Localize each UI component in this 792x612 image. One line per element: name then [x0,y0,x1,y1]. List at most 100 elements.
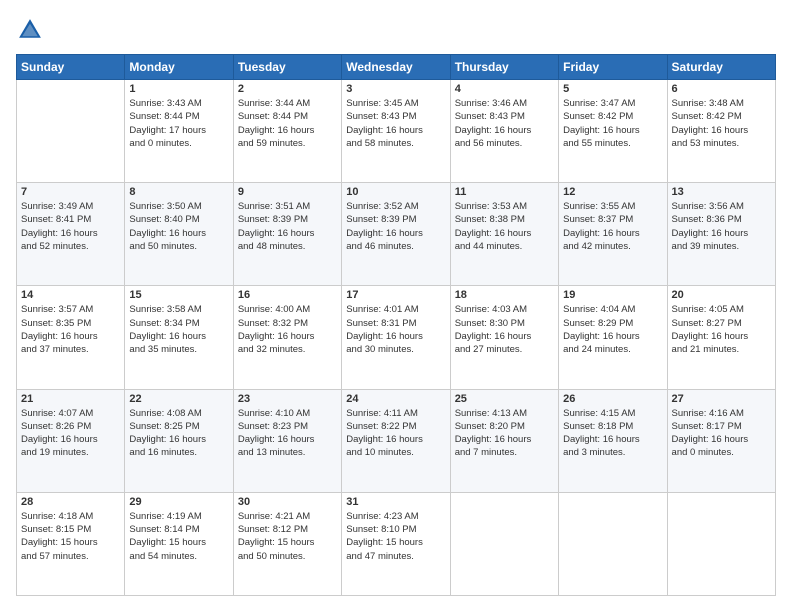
day-number: 27 [672,393,771,405]
calendar-day-header: Friday [559,55,667,80]
day-info: Sunrise: 3:52 AM Sunset: 8:39 PM Dayligh… [346,200,445,253]
calendar-cell: 24Sunrise: 4:11 AM Sunset: 8:22 PM Dayli… [342,389,450,492]
day-info: Sunrise: 3:57 AM Sunset: 8:35 PM Dayligh… [21,303,120,356]
calendar-day-header: Monday [125,55,233,80]
day-number: 2 [238,83,337,95]
day-info: Sunrise: 3:55 AM Sunset: 8:37 PM Dayligh… [563,200,662,253]
day-number: 28 [21,496,120,508]
calendar-cell: 7 Sunrise: 3:49 AM Sunset: 8:41 PM Daylig… [17,183,125,286]
calendar-cell: 14 Sunrise: 3:57 AM Sunset: 8:35 PM Dayli… [17,286,125,389]
header [16,16,776,44]
calendar-cell [559,492,667,595]
calendar-cell [667,492,775,595]
day-number: 21 [21,393,120,405]
day-number: 3 [346,83,445,95]
day-info: Sunrise: 4:23 AM Sunset: 8:10 PM Dayligh… [346,510,445,563]
day-number: 14 [21,289,120,301]
calendar-cell: 28Sunrise: 4:18 AM Sunset: 8:15 PM Dayli… [17,492,125,595]
page: SundayMondayTuesdayWednesdayThursdayFrid… [0,0,792,612]
calendar-week-row: 1 Sunrise: 3:43 AM Sunset: 8:44 PM Daylig… [17,80,776,183]
calendar-cell: 8 Sunrise: 3:50 AM Sunset: 8:40 PM Daylig… [125,183,233,286]
day-info: Sunrise: 3:45 AM Sunset: 8:43 PM Dayligh… [346,97,445,150]
calendar-week-row: 21 Sunrise: 4:07 AM Sunset: 8:26 PM Dayli… [17,389,776,492]
day-info: Sunrise: 4:05 AM Sunset: 8:27 PM Dayligh… [672,303,771,356]
calendar-cell [450,492,558,595]
day-number: 19 [563,289,662,301]
calendar-cell: 21 Sunrise: 4:07 AM Sunset: 8:26 PM Dayli… [17,389,125,492]
day-number: 16 [238,289,337,301]
day-info: Sunrise: 4:04 AM Sunset: 8:29 PM Dayligh… [563,303,662,356]
calendar-cell: 29Sunrise: 4:19 AM Sunset: 8:14 PM Dayli… [125,492,233,595]
calendar-cell: 20 Sunrise: 4:05 AM Sunset: 8:27 PM Dayli… [667,286,775,389]
calendar-week-row: 14 Sunrise: 3:57 AM Sunset: 8:35 PM Dayli… [17,286,776,389]
day-info: Sunrise: 3:58 AM Sunset: 8:34 PM Dayligh… [129,303,228,356]
day-info: Sunrise: 4:11 AM Sunset: 8:22 PM Dayligh… [346,407,445,460]
logo-icon [16,16,44,44]
calendar-cell: 27 Sunrise: 4:16 AM Sunset: 8:17 PM Dayli… [667,389,775,492]
day-number: 11 [455,186,554,198]
day-number: 18 [455,289,554,301]
calendar-cell: 9 Sunrise: 3:51 AM Sunset: 8:39 PM Daylig… [233,183,341,286]
calendar-cell: 31 Sunrise: 4:23 AM Sunset: 8:10 PM Dayli… [342,492,450,595]
day-number: 7 [21,186,120,198]
calendar-day-header: Tuesday [233,55,341,80]
calendar-cell: 26 Sunrise: 4:15 AM Sunset: 8:18 PM Dayli… [559,389,667,492]
day-number: 8 [129,186,228,198]
calendar-cell: 15 Sunrise: 3:58 AM Sunset: 8:34 PM Dayli… [125,286,233,389]
logo [16,16,48,44]
calendar-cell: 16 Sunrise: 4:00 AM Sunset: 8:32 PM Dayli… [233,286,341,389]
day-info: Sunrise: 3:48 AM Sunset: 8:42 PM Dayligh… [672,97,771,150]
calendar-cell: 23 Sunrise: 4:10 AM Sunset: 8:23 PM Dayli… [233,389,341,492]
calendar-day-header: Wednesday [342,55,450,80]
day-number: 26 [563,393,662,405]
calendar-cell: 18 Sunrise: 4:03 AM Sunset: 8:30 PM Dayli… [450,286,558,389]
calendar-cell: 17Sunrise: 4:01 AM Sunset: 8:31 PM Dayli… [342,286,450,389]
day-info: Sunrise: 3:43 AM Sunset: 8:44 PM Dayligh… [129,97,228,150]
day-info: Sunrise: 4:03 AM Sunset: 8:30 PM Dayligh… [455,303,554,356]
day-number: 31 [346,496,445,508]
calendar-cell: 13 Sunrise: 3:56 AM Sunset: 8:36 PM Dayli… [667,183,775,286]
day-number: 23 [238,393,337,405]
day-number: 13 [672,186,771,198]
day-info: Sunrise: 4:08 AM Sunset: 8:25 PM Dayligh… [129,407,228,460]
calendar-week-row: 7 Sunrise: 3:49 AM Sunset: 8:41 PM Daylig… [17,183,776,286]
day-number: 29 [129,496,228,508]
day-info: Sunrise: 4:16 AM Sunset: 8:17 PM Dayligh… [672,407,771,460]
day-number: 22 [129,393,228,405]
calendar-cell: 3 Sunrise: 3:45 AM Sunset: 8:43 PM Daylig… [342,80,450,183]
calendar-cell: 30 Sunrise: 4:21 AM Sunset: 8:12 PM Dayli… [233,492,341,595]
calendar-cell: 11Sunrise: 3:53 AM Sunset: 8:38 PM Dayli… [450,183,558,286]
day-info: Sunrise: 4:00 AM Sunset: 8:32 PM Dayligh… [238,303,337,356]
calendar-cell: 12Sunrise: 3:55 AM Sunset: 8:37 PM Dayli… [559,183,667,286]
day-info: Sunrise: 3:51 AM Sunset: 8:39 PM Dayligh… [238,200,337,253]
day-info: Sunrise: 3:50 AM Sunset: 8:40 PM Dayligh… [129,200,228,253]
day-info: Sunrise: 4:13 AM Sunset: 8:20 PM Dayligh… [455,407,554,460]
day-info: Sunrise: 4:21 AM Sunset: 8:12 PM Dayligh… [238,510,337,563]
calendar-cell: 25 Sunrise: 4:13 AM Sunset: 8:20 PM Dayli… [450,389,558,492]
day-number: 5 [563,83,662,95]
calendar-cell: 22 Sunrise: 4:08 AM Sunset: 8:25 PM Dayli… [125,389,233,492]
day-number: 25 [455,393,554,405]
day-info: Sunrise: 4:07 AM Sunset: 8:26 PM Dayligh… [21,407,120,460]
calendar-day-header: Thursday [450,55,558,80]
day-info: Sunrise: 3:46 AM Sunset: 8:43 PM Dayligh… [455,97,554,150]
day-number: 20 [672,289,771,301]
day-number: 30 [238,496,337,508]
day-info: Sunrise: 4:10 AM Sunset: 8:23 PM Dayligh… [238,407,337,460]
calendar-cell: 10 Sunrise: 3:52 AM Sunset: 8:39 PM Dayli… [342,183,450,286]
calendar-cell [17,80,125,183]
calendar-day-header: Sunday [17,55,125,80]
day-number: 10 [346,186,445,198]
day-number: 9 [238,186,337,198]
day-info: Sunrise: 3:49 AM Sunset: 8:41 PM Dayligh… [21,200,120,253]
day-number: 17 [346,289,445,301]
day-info: Sunrise: 3:47 AM Sunset: 8:42 PM Dayligh… [563,97,662,150]
day-number: 1 [129,83,228,95]
calendar-cell: 6Sunrise: 3:48 AM Sunset: 8:42 PM Daylig… [667,80,775,183]
calendar-table: SundayMondayTuesdayWednesdayThursdayFrid… [16,54,776,596]
calendar-week-row: 28Sunrise: 4:18 AM Sunset: 8:15 PM Dayli… [17,492,776,595]
day-info: Sunrise: 3:56 AM Sunset: 8:36 PM Dayligh… [672,200,771,253]
day-number: 4 [455,83,554,95]
day-number: 15 [129,289,228,301]
day-info: Sunrise: 4:15 AM Sunset: 8:18 PM Dayligh… [563,407,662,460]
